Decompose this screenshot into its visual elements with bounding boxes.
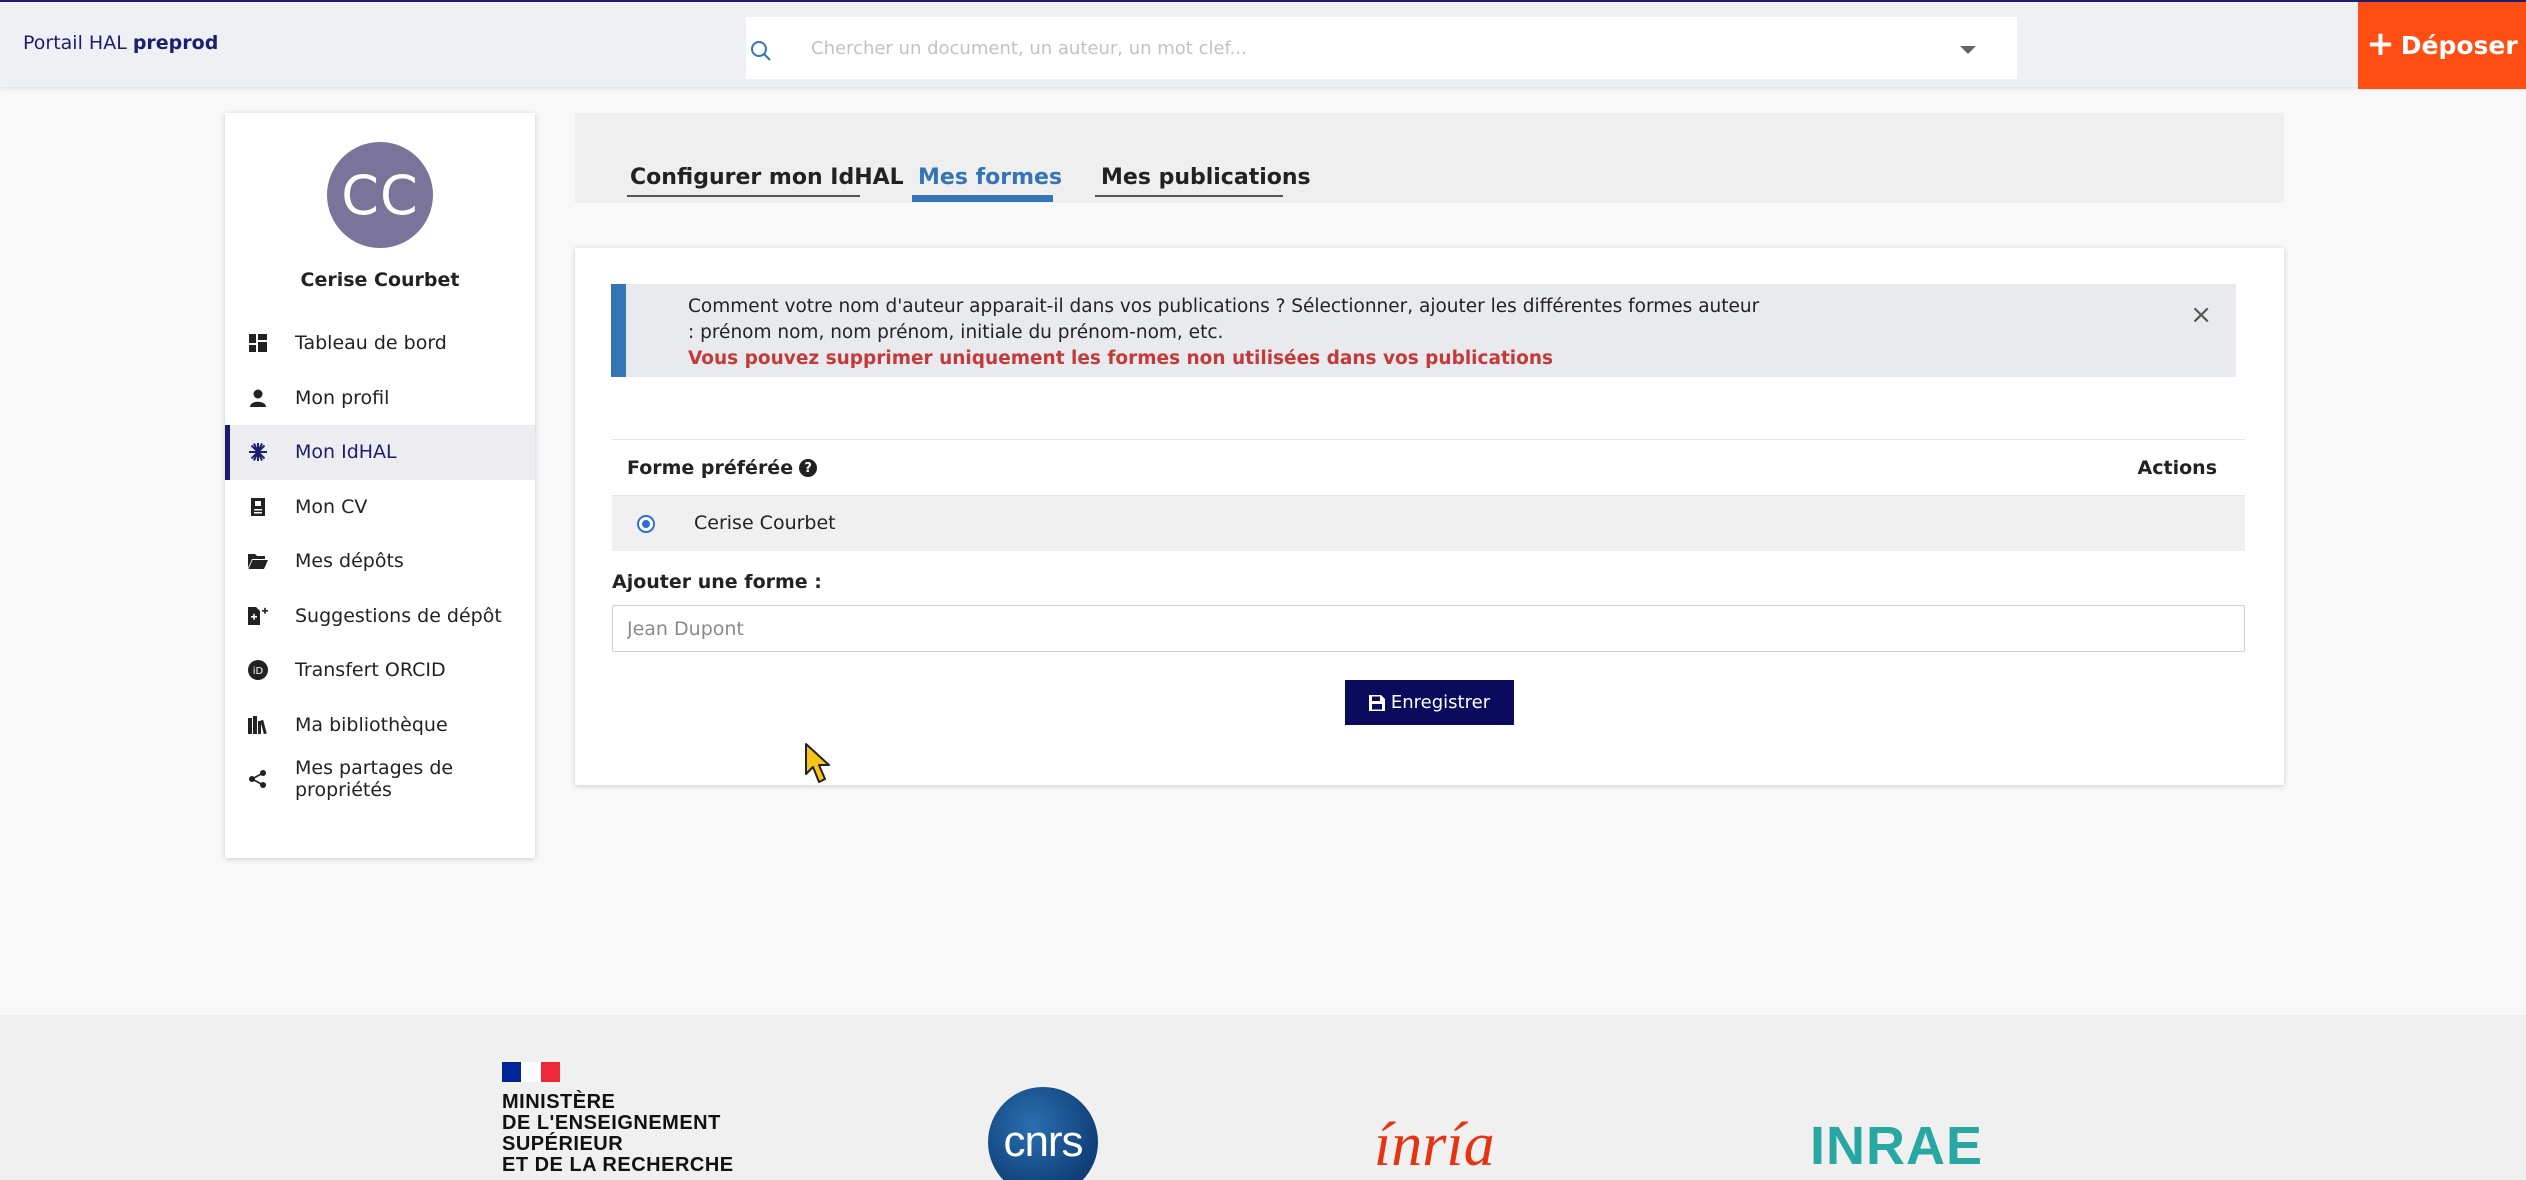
preferred-form-header: Forme préférée ? — [627, 457, 818, 479]
sidebar-item-library[interactable]: Ma bibliothèque — [225, 698, 535, 753]
notice-text: Comment votre nom d'auteur apparait-il d… — [688, 296, 1760, 343]
plus-icon: + — [2366, 24, 2395, 64]
help-icon[interactable]: ? — [799, 459, 818, 477]
add-form-label: Ajouter une forme : — [612, 571, 822, 593]
sidebar-item-label: Mon IdHAL — [295, 441, 397, 464]
avatar: CC — [327, 142, 433, 248]
brand-suffix: preprod — [132, 32, 219, 54]
author-forms-table: Forme préférée ? Actions Cerise Courbet — [612, 439, 2245, 551]
forms-card: Comment votre nom d'auteur apparait-il d… — [575, 248, 2284, 785]
tab-my-forms[interactable]: Mes formes — [912, 165, 1062, 202]
top-navbar: Portail HAL preprod + Déposer — [0, 0, 2526, 89]
save-button[interactable]: Enregistrer — [1345, 680, 1514, 725]
search-input[interactable] — [811, 31, 1911, 65]
idhal-icon — [248, 442, 268, 462]
close-icon[interactable]: × — [2190, 302, 2212, 328]
sidebar-item-deposits[interactable]: Mes dépôts — [225, 534, 535, 589]
ministry-line: DE L'ENSEIGNEMENT — [502, 1112, 721, 1134]
cnrs-logo[interactable]: cnrs — [988, 1087, 1098, 1180]
sidebar-item-shares[interactable]: Mes partages de propriétés — [225, 752, 535, 807]
sidebar-item-label: Mon profil — [295, 386, 390, 409]
sidebar-item-label: Tableau de bord — [295, 332, 447, 355]
dashboard-icon — [248, 333, 268, 353]
account-sidebar: CC Cerise Courbet Tableau de bord Mon pr… — [225, 113, 535, 858]
french-flag-icon — [502, 1062, 560, 1082]
add-form-input[interactable] — [612, 605, 2245, 652]
actions-header: Actions — [2137, 457, 2217, 479]
table-row: Cerise Courbet — [612, 496, 2245, 551]
notice-warning: Vous pouvez supprimer uniquement les for… — [688, 348, 1554, 369]
ministry-line: MINISTÈRE — [502, 1091, 616, 1113]
sidebar-item-suggestions[interactable]: Suggestions de dépôt — [225, 589, 535, 644]
table-header: Forme préférée ? Actions — [612, 439, 2245, 496]
sidebar-item-label: Transfert ORCID — [295, 659, 446, 682]
sidebar-item-label: Mes dépôts — [295, 550, 404, 573]
user-name: Cerise Courbet — [300, 269, 460, 291]
tab-my-publications[interactable]: Mes publications — [1095, 165, 1311, 197]
sidebar-item-label: Suggestions de dépôt — [295, 604, 502, 627]
sidebar-item-dashboard[interactable]: Tableau de bord — [225, 316, 535, 371]
folder-open-icon — [248, 551, 268, 571]
orcid-icon: iD — [248, 660, 268, 680]
notice-text-block: Comment votre nom d'auteur apparait-il d… — [688, 294, 1768, 372]
sidebar-item-cv[interactable]: Mon CV — [225, 480, 535, 535]
ministry-name: MINISTÈRE DE L'ENSEIGNEMENT SUPÉRIEUR ET… — [502, 1092, 734, 1176]
preferred-form-radio[interactable] — [637, 515, 655, 533]
ministry-line: ET DE LA RECHERCHE — [502, 1154, 734, 1176]
tab-configure-idhal[interactable]: Configurer mon IdHAL — [627, 165, 904, 197]
share-icon — [248, 769, 268, 789]
mouse-cursor-icon — [805, 743, 830, 783]
sidebar-item-idhal[interactable]: Mon IdHAL — [225, 425, 535, 480]
author-form-name: Cerise Courbet — [694, 512, 836, 534]
save-icon — [1368, 694, 1385, 711]
deposit-label: Déposer — [2400, 31, 2518, 60]
file-plus-icon — [248, 606, 268, 626]
sidebar-item-orcid[interactable]: iD Transfert ORCID — [225, 643, 535, 698]
partners-footer: MINISTÈRE DE L'ENSEIGNEMENT SUPÉRIEUR ET… — [0, 1015, 2526, 1180]
sidebar-item-profile[interactable]: Mon profil — [225, 371, 535, 426]
svg-text:iD: iD — [253, 666, 264, 677]
search-icon[interactable] — [746, 35, 776, 65]
brand-prefix: Portail HAL — [23, 32, 127, 54]
inrae-logo[interactable]: INRAE — [1810, 1115, 1983, 1177]
search-bar — [746, 17, 2017, 79]
ministry-line: SUPÉRIEUR — [502, 1133, 624, 1155]
inria-logo[interactable]: ínría — [1374, 1110, 1495, 1180]
library-icon — [248, 715, 268, 735]
sidebar-item-label: Mon CV — [295, 495, 368, 518]
portal-brand[interactable]: Portail HAL preprod — [23, 32, 218, 54]
save-label: Enregistrer — [1390, 692, 1491, 713]
tabs-panel: Configurer mon IdHAL Mes formes Mes publ… — [575, 113, 2284, 203]
user-icon — [248, 388, 268, 408]
cv-icon — [248, 497, 268, 517]
deposit-button[interactable]: + Déposer — [2358, 2, 2526, 89]
chevron-down-icon[interactable] — [1959, 44, 1977, 56]
sidebar-item-label: Ma bibliothèque — [295, 713, 448, 736]
account-menu: Tableau de bord Mon profil Mon IdHAL Mon… — [225, 316, 535, 807]
sidebar-item-label: Mes partages de propriétés — [295, 757, 454, 802]
info-notice: Comment votre nom d'auteur apparait-il d… — [611, 284, 2236, 377]
preferred-form-label: Forme préférée — [627, 457, 794, 479]
ministry-logo[interactable]: MINISTÈRE DE L'ENSEIGNEMENT SUPÉRIEUR ET… — [502, 1062, 734, 1176]
